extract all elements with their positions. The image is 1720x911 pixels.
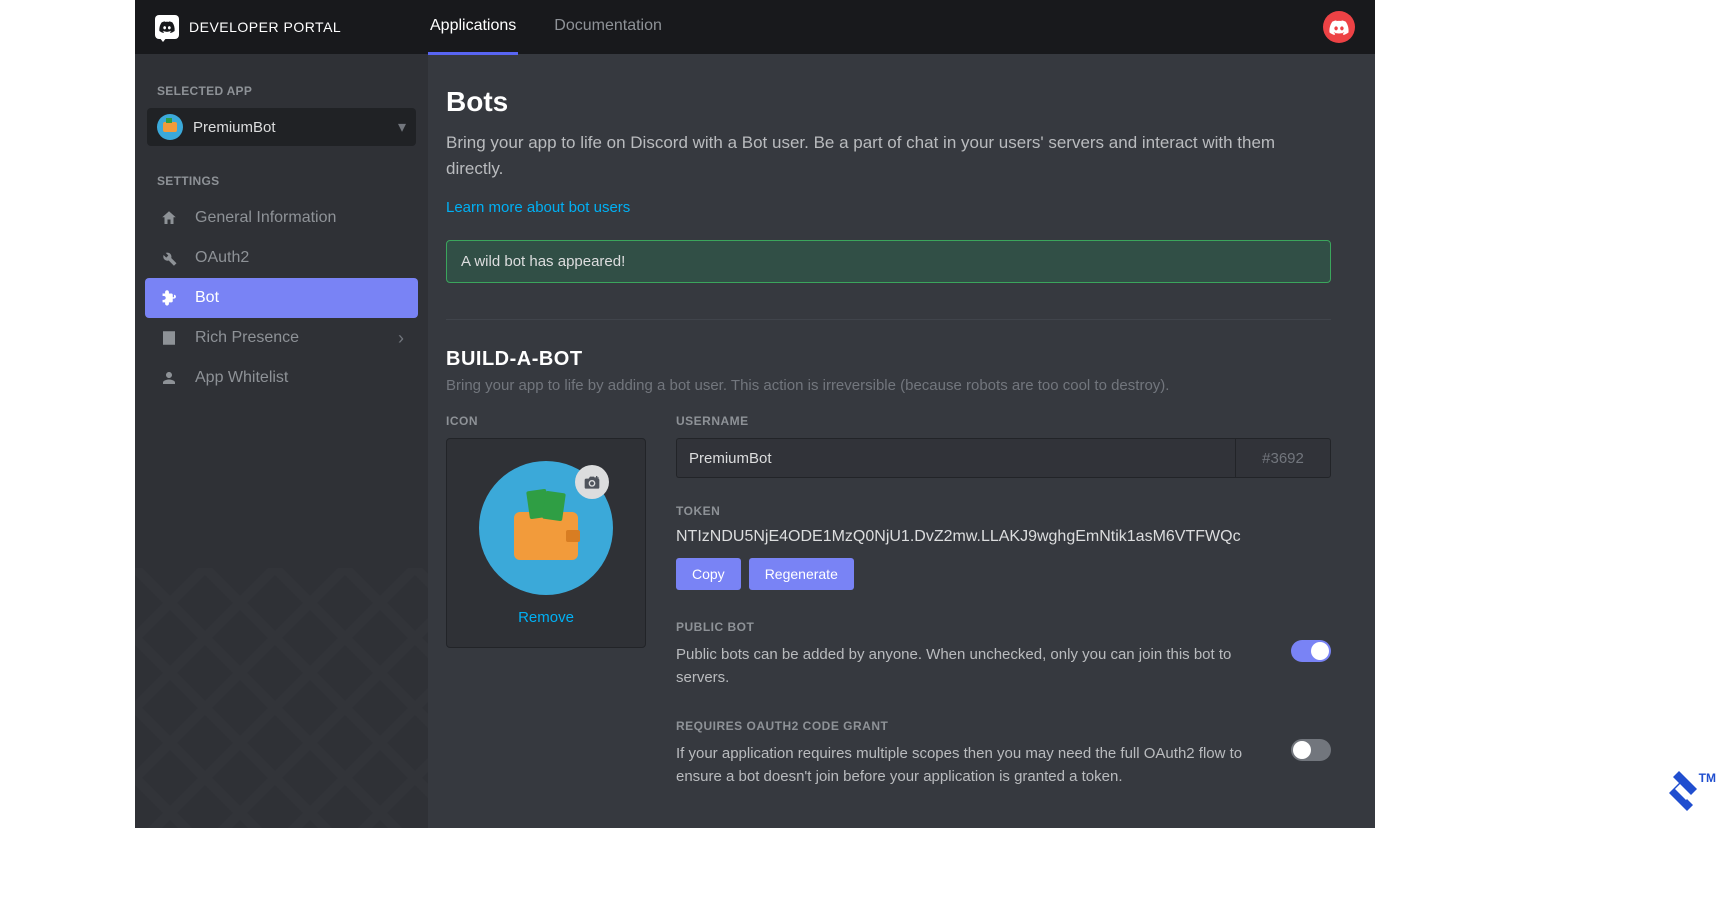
public-bot-label: PUBLIC BOT <box>676 620 1271 634</box>
topbar-nav: Applications Documentation <box>428 0 664 54</box>
oauth-grant-desc: If your application requires multiple sc… <box>676 743 1271 788</box>
tab-documentation[interactable]: Documentation <box>552 0 664 55</box>
portal-title: DEVELOPER PORTAL <box>189 19 341 35</box>
sidebar-bg-art <box>135 568 428 828</box>
profile-avatar[interactable] <box>1323 11 1355 43</box>
settings-label: SETTINGS <box>157 174 406 188</box>
build-a-bot-subtitle: Bring your app to life by adding a bot u… <box>446 377 1331 394</box>
home-icon <box>159 208 179 228</box>
upload-camera-icon[interactable] <box>575 465 609 499</box>
username-label: USERNAME <box>676 414 1331 428</box>
sidebar-item-label: Rich Presence <box>195 329 382 347</box>
divider <box>446 319 1331 320</box>
chevron-right-icon: › <box>398 328 404 349</box>
bot-avatar-image[interactable] <box>479 461 613 595</box>
sidebar-item-app-whitelist[interactable]: App Whitelist <box>145 358 418 398</box>
page-title: Bots <box>446 86 1331 118</box>
app-window: DEVELOPER PORTAL Applications Documentat… <box>135 0 1375 828</box>
document-icon <box>159 328 179 348</box>
public-bot-toggle[interactable] <box>1291 640 1331 662</box>
sidebar-item-rich-presence[interactable]: Rich Presence › <box>145 318 418 358</box>
page-description: Bring your app to life on Discord with a… <box>446 130 1331 181</box>
bot-icon-card: Remove <box>446 438 646 648</box>
token-label: TOKEN <box>676 504 1331 518</box>
icon-label: ICON <box>446 414 646 428</box>
topbar: DEVELOPER PORTAL Applications Documentat… <box>135 0 1375 54</box>
copy-button[interactable]: Copy <box>676 558 741 590</box>
discriminator-tag: #3692 <box>1235 438 1331 478</box>
success-alert: A wild bot has appeared! <box>446 240 1331 283</box>
main-content: Bots Bring your app to life on Discord w… <box>428 54 1375 828</box>
discord-logo-icon <box>155 15 179 39</box>
sidebar-item-label: Bot <box>195 289 404 307</box>
tab-applications[interactable]: Applications <box>428 0 518 55</box>
learn-more-link[interactable]: Learn more about bot users <box>446 199 630 216</box>
sidebar-item-label: OAuth2 <box>195 249 404 267</box>
app-avatar-icon <box>157 114 183 140</box>
public-bot-setting: PUBLIC BOT Public bots can be added by a… <box>676 620 1331 689</box>
sidebar-item-oauth2[interactable]: OAuth2 <box>145 238 418 278</box>
oauth-grant-setting: REQUIRES OAUTH2 CODE GRANT If your appli… <box>676 719 1331 788</box>
regenerate-button[interactable]: Regenerate <box>749 558 854 590</box>
wrench-icon <box>159 248 179 268</box>
sidebar-item-label: App Whitelist <box>195 369 404 387</box>
toptal-logo-icon <box>1669 771 1697 811</box>
public-bot-desc: Public bots can be added by anyone. When… <box>676 644 1271 689</box>
brand: DEVELOPER PORTAL <box>155 15 428 39</box>
oauth-grant-toggle[interactable] <box>1291 739 1331 761</box>
selected-app-label: SELECTED APP <box>157 84 406 98</box>
person-icon <box>159 368 179 388</box>
username-input[interactable] <box>676 438 1235 478</box>
watermark: TM <box>1669 771 1716 811</box>
build-a-bot-title: BUILD-A-BOT <box>446 348 1331 371</box>
token-value: NTIzNDU5NjE4ODE1MzQ0NjU1.DvZ2mw.LLAKJ9wg… <box>676 528 1331 546</box>
sidebar-item-general-information[interactable]: General Information <box>145 198 418 238</box>
remove-icon-link[interactable]: Remove <box>518 609 574 626</box>
oauth-grant-label: REQUIRES OAUTH2 CODE GRANT <box>676 719 1271 733</box>
puzzle-icon <box>159 288 179 308</box>
selected-app-name: PremiumBot <box>193 119 388 136</box>
chevron-down-icon: ▾ <box>398 117 406 137</box>
app-selector-dropdown[interactable]: PremiumBot ▾ <box>147 108 416 146</box>
sidebar: SELECTED APP PremiumBot ▾ SETTINGS Gener… <box>135 54 428 828</box>
tm-text: TM <box>1699 771 1716 785</box>
sidebar-item-label: General Information <box>195 209 404 227</box>
sidebar-item-bot[interactable]: Bot <box>145 278 418 318</box>
